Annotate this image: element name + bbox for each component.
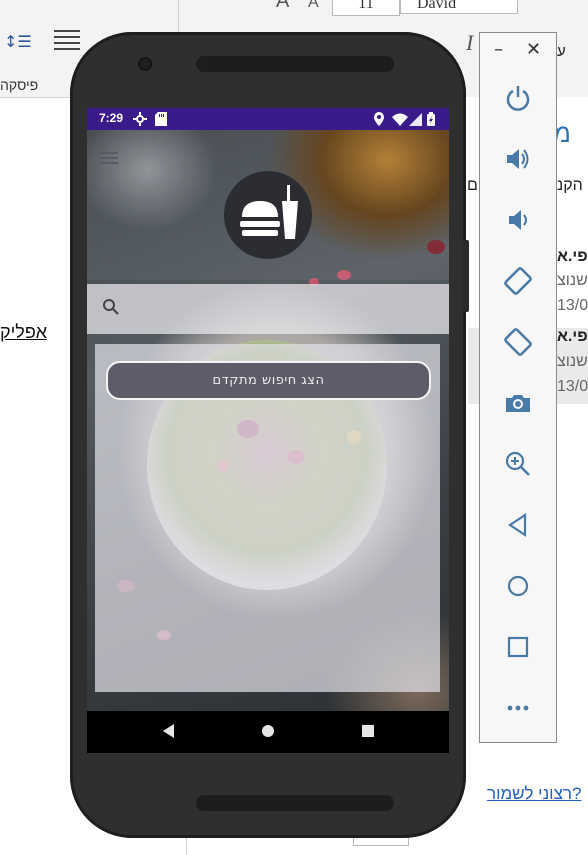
document-text-line: פי.א <box>557 328 588 345</box>
advanced-search-button[interactable]: הצג חיפוש מתקדם <box>106 361 431 400</box>
line-spacing-icon[interactable]: ↕☰ <box>4 32 32 51</box>
overview-icon[interactable] <box>499 628 537 666</box>
font-size-field[interactable]: 11 <box>332 0 400 16</box>
status-bar: 7:29 <box>87 108 449 130</box>
back-icon[interactable] <box>499 506 537 544</box>
menu-icon[interactable] <box>100 152 118 167</box>
shrink-font-icon[interactable]: A <box>308 0 319 12</box>
document-text-line: שנוצ <box>557 272 588 289</box>
document-text-line: ם <box>467 177 478 194</box>
battery-icon <box>427 111 435 130</box>
minimize-button[interactable]: – <box>494 41 503 59</box>
nav-home-icon[interactable] <box>261 723 275 743</box>
front-camera <box>138 57 152 71</box>
search-icon <box>102 298 120 320</box>
close-button[interactable]: ✕ <box>526 41 541 59</box>
document-text-line: 13/0 <box>557 378 588 395</box>
document-text-line: 13/0 <box>557 297 588 314</box>
volume-down-icon[interactable] <box>499 201 537 239</box>
nav-back-icon[interactable] <box>161 723 177 743</box>
emulator-toolbar: – ✕ <box>479 32 557 743</box>
justify-icon[interactable] <box>54 30 80 54</box>
signal-icon <box>409 111 422 130</box>
save-question-link[interactable]: רצוני לשמור? <box>487 784 581 804</box>
search-bar[interactable] <box>87 284 449 334</box>
side-key <box>463 240 469 312</box>
power-icon[interactable] <box>499 79 537 117</box>
top-speaker <box>196 56 394 72</box>
rotate-right-icon[interactable] <box>499 323 537 361</box>
sd-card-icon <box>155 111 167 130</box>
nav-overview-icon[interactable] <box>361 723 375 743</box>
settings-icon <box>133 111 147 130</box>
status-time: 7:29 <box>99 111 124 125</box>
rotate-left-icon[interactable] <box>499 262 537 300</box>
document-link[interactable]: אפליק <box>0 322 47 343</box>
android-nav-bar <box>87 711 449 753</box>
paragraph-group-label: פיסקה <box>0 77 39 93</box>
zoom-in-icon[interactable] <box>499 445 537 483</box>
document-text-line: פי.א <box>557 248 588 265</box>
grow-font-icon[interactable]: A <box>276 0 289 13</box>
more-icon[interactable] <box>499 689 537 727</box>
location-icon <box>373 111 385 130</box>
phone-screen: 7:29 הצג חיפוש מתקדם <box>87 108 449 753</box>
food-logo-icon <box>224 171 312 259</box>
home-icon[interactable] <box>499 567 537 605</box>
camera-icon[interactable] <box>499 384 537 422</box>
bottom-speaker <box>196 795 394 811</box>
italic-button[interactable]: I <box>466 30 473 56</box>
ribbon-text-fragment: ע <box>557 43 566 60</box>
food-background-image: הצג חיפוש מתקדם <box>87 130 449 711</box>
document-text-line: הקנ <box>557 177 583 194</box>
document-text-line: שנוצ <box>557 353 588 370</box>
font-name-field[interactable]: David <box>400 0 518 14</box>
volume-up-icon[interactable] <box>499 140 537 178</box>
wifi-icon <box>392 111 408 130</box>
